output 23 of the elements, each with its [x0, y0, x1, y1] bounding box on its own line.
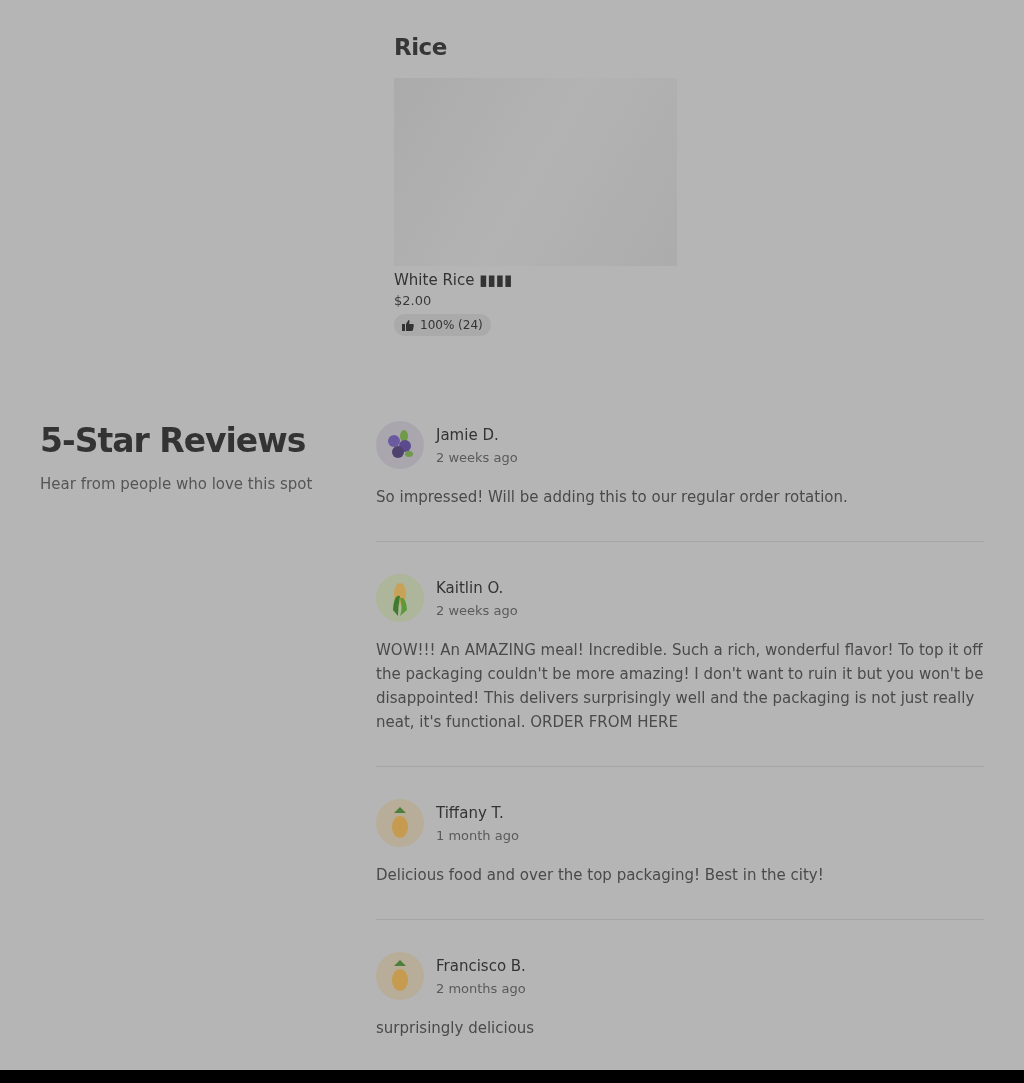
- section-subtitle: Hear from people who love this spot: [40, 474, 314, 493]
- reviewer-name: Tiffany T.: [436, 803, 505, 822]
- reviewer-name: Kaitlin O.: [436, 578, 505, 597]
- section-title: 5-Star Reviews: [40, 421, 307, 461]
- review-text: So impressed! Will be adding this to our regular order rotation.: [376, 487, 849, 508]
- rating-badge: 100% (24): [394, 314, 491, 336]
- review-text: Delicious food and over the top packaging! Best in the city!: [376, 865, 825, 886]
- review-date: 1 month ago: [436, 827, 519, 843]
- review-date: 2 weeks ago: [436, 449, 518, 465]
- reviewer-name: Jamie D.: [436, 425, 500, 444]
- reviewer-name: Francisco B.: [436, 956, 526, 975]
- pineapple-avatar: [376, 799, 424, 847]
- thumbs-up-icon: [402, 319, 414, 331]
- item-price: $2.00: [394, 293, 432, 308]
- review-text: WOW!!! An AMAZING meal! Incredible. Such a rich, wonderful flavor! To top it off the packaging couldn't be more amazing! I don't want to ruin it but you won't be disappointed! This delivers surprisingly well and the packaging is not just really neat, it's functional. ORDER FROM HERE: [376, 640, 984, 733]
- review-date: 2 weeks ago: [436, 602, 518, 618]
- item-name[interactable]: White Rice ▮▮▮▮: [394, 271, 513, 289]
- review-date: 2 months ago: [436, 980, 526, 996]
- review-text: surprisingly delicious: [376, 1018, 536, 1039]
- corn-avatar: [376, 574, 424, 622]
- blueberry-avatar: [376, 421, 424, 469]
- section-title: Rice: [394, 34, 448, 60]
- pineapple-avatar: [376, 952, 424, 1000]
